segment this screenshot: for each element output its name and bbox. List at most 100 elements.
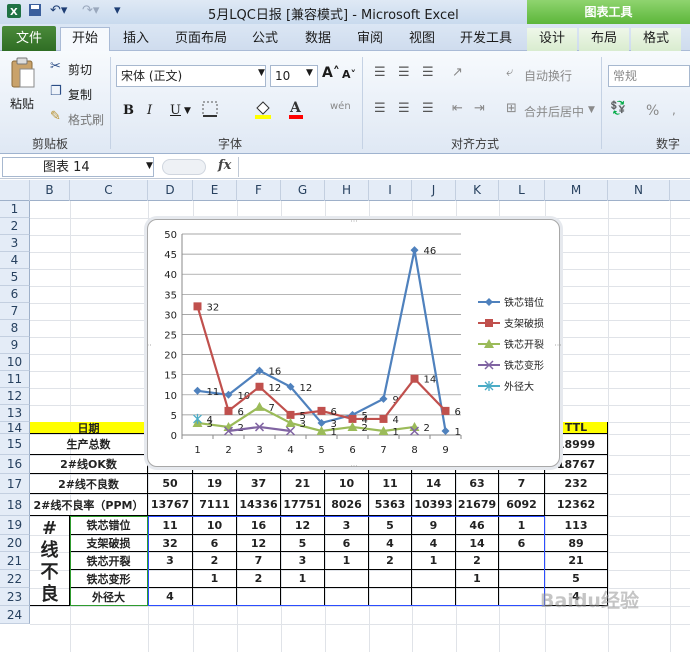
- outdent-icon[interactable]: ⇥: [474, 101, 485, 116]
- column-header-d[interactable]: D: [148, 180, 193, 201]
- tab-insert[interactable]: 插入: [114, 28, 158, 51]
- defect-value-cell[interactable]: [281, 588, 325, 606]
- tab-layout[interactable]: 布局: [579, 28, 629, 51]
- tab-review[interactable]: 审阅: [349, 28, 391, 51]
- value-cell[interactable]: 10393: [412, 494, 456, 516]
- defect-value-cell[interactable]: 2: [369, 552, 412, 570]
- row-header-3[interactable]: 3: [0, 235, 30, 252]
- value-cell[interactable]: 17751: [281, 494, 325, 516]
- percent-button[interactable]: %: [646, 103, 659, 119]
- paste-icon[interactable]: [10, 57, 36, 93]
- formula-splitter[interactable]: [162, 159, 206, 175]
- row-header-21[interactable]: 21: [0, 552, 30, 570]
- value-cell[interactable]: 7111: [193, 494, 237, 516]
- column-header-h[interactable]: H: [325, 180, 369, 201]
- defect-value-cell[interactable]: 3: [325, 516, 369, 535]
- row-header-18[interactable]: 18: [0, 494, 30, 516]
- defect-value-cell[interactable]: [412, 570, 456, 588]
- value-cell[interactable]: 8026: [325, 494, 369, 516]
- defect-value-cell[interactable]: [369, 570, 412, 588]
- defect-value-cell[interactable]: 2: [456, 552, 499, 570]
- row-header-22[interactable]: 22: [0, 570, 30, 588]
- defect-value-cell[interactable]: 9: [412, 516, 456, 535]
- column-header-m[interactable]: M: [545, 180, 608, 201]
- chevron-down-icon[interactable]: ▼: [184, 106, 191, 116]
- row-header-5[interactable]: 5: [0, 269, 30, 286]
- copy-icon[interactable]: ❐: [50, 84, 62, 99]
- wrap-text-icon[interactable]: ⤶: [506, 65, 513, 80]
- cut-icon[interactable]: ✂: [50, 59, 61, 74]
- merge-center-button[interactable]: 合并后居中: [524, 103, 584, 120]
- font-name-select[interactable]: 宋体 (正文): [116, 65, 266, 87]
- chevron-down-icon[interactable]: ▼: [146, 161, 153, 171]
- row-header-24[interactable]: 24: [0, 606, 30, 624]
- value-cell[interactable]: 10: [325, 474, 369, 494]
- tab-file[interactable]: 文件: [2, 26, 56, 51]
- name-box[interactable]: 图表 14: [2, 157, 154, 177]
- row-header-16[interactable]: 16: [0, 455, 30, 474]
- row-header-4[interactable]: 4: [0, 252, 30, 269]
- indent-icon[interactable]: ⇤: [452, 101, 463, 116]
- undo-icon[interactable]: ↶▾: [50, 3, 67, 18]
- italic-button[interactable]: I: [147, 103, 152, 118]
- defect-value-cell[interactable]: 1: [281, 570, 325, 588]
- defect-item-label[interactable]: 铁芯错位: [70, 516, 148, 535]
- defect-value-cell[interactable]: 2: [237, 570, 281, 588]
- wrap-text-button[interactable]: 自动换行: [524, 67, 572, 84]
- value-cell[interactable]: 14: [412, 474, 456, 494]
- underline-button[interactable]: U: [170, 103, 181, 118]
- defect-value-cell[interactable]: [325, 588, 369, 606]
- row-label-cell[interactable]: 2#线不良率（PPM）: [30, 494, 148, 516]
- tab-design[interactable]: 设计: [527, 28, 577, 51]
- column-header-e[interactable]: E: [193, 180, 237, 201]
- select-all-corner[interactable]: [0, 180, 30, 201]
- row-header-14[interactable]: 14: [0, 422, 30, 434]
- defect-value-cell[interactable]: 7: [237, 552, 281, 570]
- column-header-f[interactable]: F: [237, 180, 281, 201]
- row-header-12[interactable]: 12: [0, 388, 30, 405]
- phonetic-guide-button[interactable]: wén: [330, 101, 351, 112]
- defect-value-cell[interactable]: 6: [499, 535, 545, 552]
- row-header-19[interactable]: 19: [0, 516, 30, 535]
- value-cell[interactable]: 21: [281, 474, 325, 494]
- column-header-c[interactable]: C: [70, 180, 148, 201]
- tab-data[interactable]: 数据: [297, 28, 339, 51]
- defect-value-cell[interactable]: [148, 570, 193, 588]
- defect-item-label[interactable]: 铁芯开裂: [70, 552, 148, 570]
- save-icon[interactable]: [28, 3, 42, 21]
- defect-item-label[interactable]: 外径大: [70, 588, 148, 606]
- defect-value-cell[interactable]: 12: [281, 516, 325, 535]
- tab-view[interactable]: 视图: [401, 28, 443, 51]
- align-top-icon[interactable]: ☰: [374, 65, 386, 80]
- comma-style-icon[interactable]: ,: [672, 103, 676, 117]
- row-header-23[interactable]: 23: [0, 588, 30, 606]
- defect-value-cell[interactable]: 5: [369, 516, 412, 535]
- align-left-icon[interactable]: ☰: [374, 101, 386, 116]
- row-header-6[interactable]: 6: [0, 286, 30, 303]
- column-header-n[interactable]: N: [608, 180, 670, 201]
- row-label-cell[interactable]: 2#线OK数: [30, 455, 148, 474]
- row-header-2[interactable]: 2: [0, 218, 30, 235]
- formula-input[interactable]: [238, 157, 690, 177]
- defect-value-cell[interactable]: [499, 588, 545, 606]
- row-header-11[interactable]: 11: [0, 371, 30, 388]
- orientation-icon[interactable]: ↗: [452, 65, 463, 80]
- tab-page-layout[interactable]: 页面布局: [170, 28, 232, 51]
- tab-home[interactable]: 开始: [60, 27, 110, 53]
- defect-value-cell[interactable]: 14: [456, 535, 499, 552]
- defect-ttl-cell[interactable]: 21: [545, 552, 608, 570]
- shrink-font-icon[interactable]: A˅: [342, 68, 356, 81]
- value-cell[interactable]: 13767: [148, 494, 193, 516]
- defect-group-label[interactable]: # 线不良: [30, 516, 70, 606]
- tab-format[interactable]: 格式: [631, 28, 681, 51]
- defect-value-cell[interactable]: 4: [369, 535, 412, 552]
- value-cell[interactable]: 14336: [237, 494, 281, 516]
- row-header-15[interactable]: 15: [0, 434, 30, 455]
- defect-value-cell[interactable]: [456, 588, 499, 606]
- chevron-down-icon[interactable]: ▼: [306, 68, 313, 78]
- defect-value-cell[interactable]: 1: [412, 552, 456, 570]
- chevron-down-icon[interactable]: ▼: [258, 68, 265, 78]
- column-header-i[interactable]: I: [369, 180, 412, 201]
- paste-button[interactable]: 粘贴: [10, 95, 34, 112]
- defect-value-cell[interactable]: 3: [281, 552, 325, 570]
